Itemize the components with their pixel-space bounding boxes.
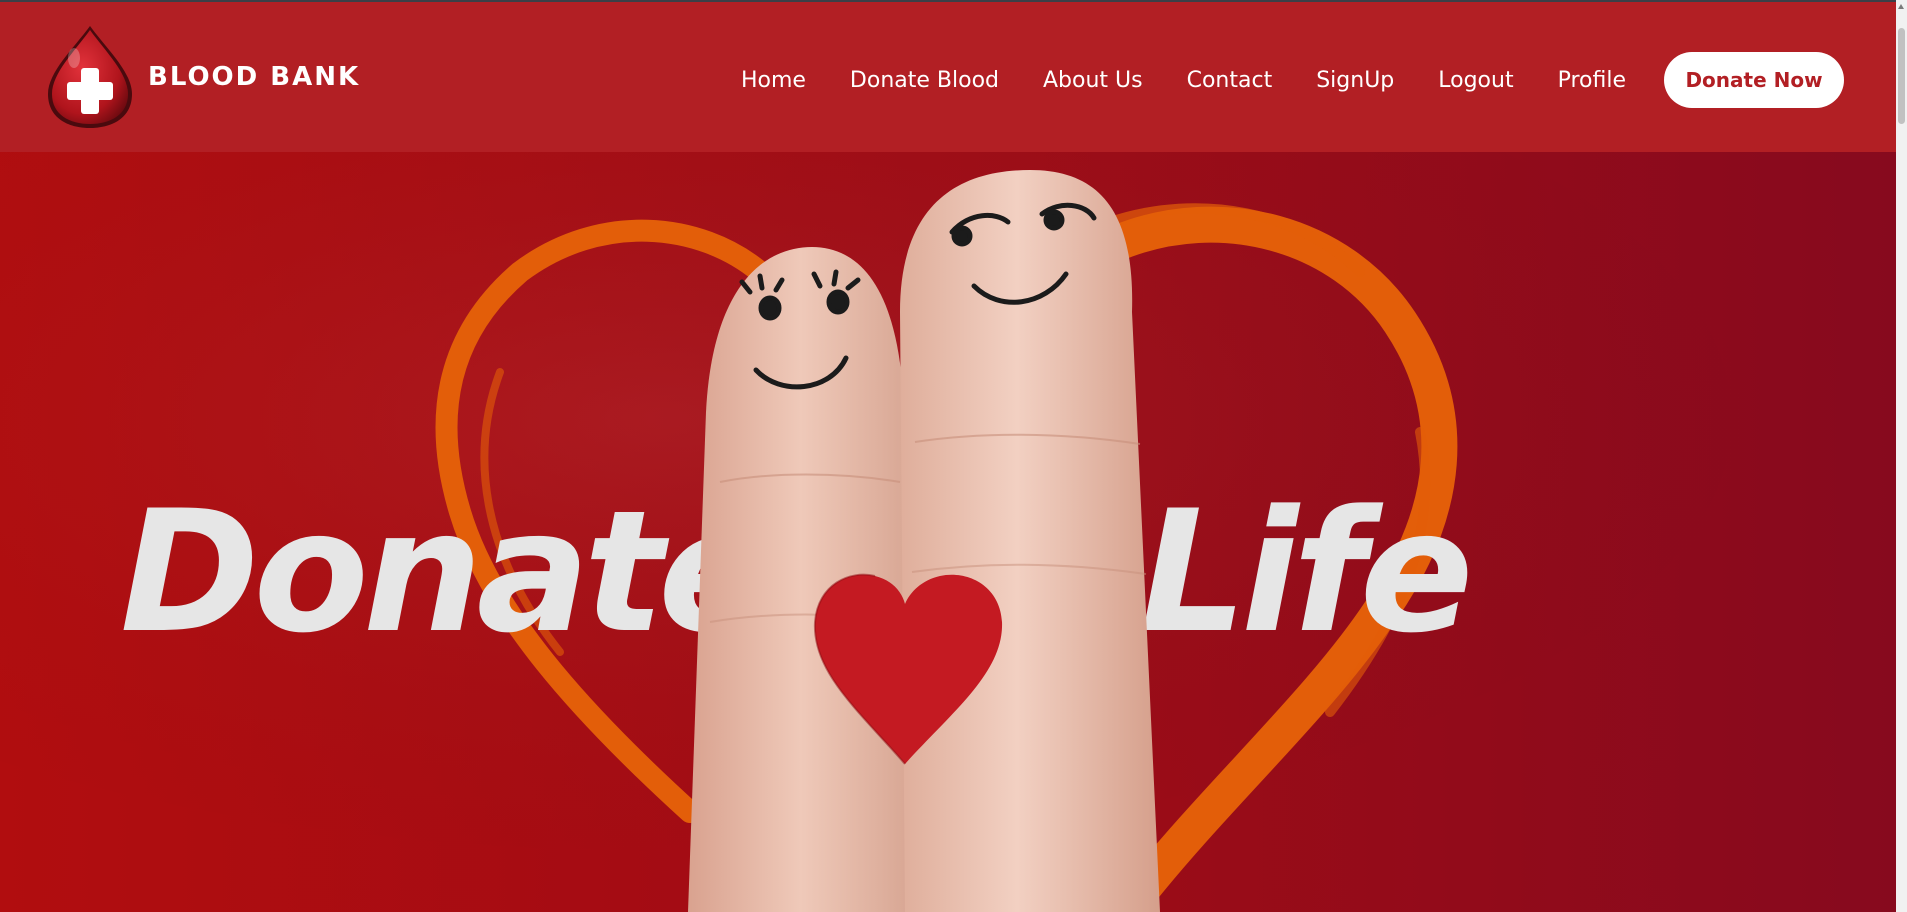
brand[interactable]: BLOOD BANK: [44, 22, 360, 132]
blood-drop-cross-icon: [48, 26, 132, 128]
hero-image: Donate Life: [0, 152, 1896, 912]
page: BLOOD BANK Home Donate Blood About Us Co…: [0, 0, 1896, 912]
nav-about-us[interactable]: About Us: [1043, 68, 1143, 93]
nav-contact[interactable]: Contact: [1187, 68, 1273, 93]
hero-headline-right: Life: [1140, 474, 1468, 670]
right-finger: [900, 170, 1160, 912]
scroll-up-arrow-icon[interactable]: [1898, 4, 1904, 9]
nav-profile[interactable]: Profile: [1558, 68, 1626, 93]
scrollbar-thumb[interactable]: [1898, 28, 1905, 124]
brand-name: BLOOD BANK: [148, 62, 361, 92]
navbar: BLOOD BANK Home Donate Blood About Us Co…: [0, 2, 1896, 152]
nav-donate-blood[interactable]: Donate Blood: [850, 68, 999, 93]
main-nav: Home Donate Blood About Us Contact SignU…: [741, 52, 1844, 108]
hero-banner: Donate Life: [0, 152, 1896, 912]
hero-headline-left: Donate: [120, 474, 766, 670]
nav-home[interactable]: Home: [741, 68, 806, 93]
nav-signup[interactable]: SignUp: [1316, 68, 1394, 93]
donate-now-button[interactable]: Donate Now: [1664, 52, 1844, 108]
nav-logout[interactable]: Logout: [1438, 68, 1513, 93]
page-scrollbar[interactable]: [1896, 0, 1907, 912]
